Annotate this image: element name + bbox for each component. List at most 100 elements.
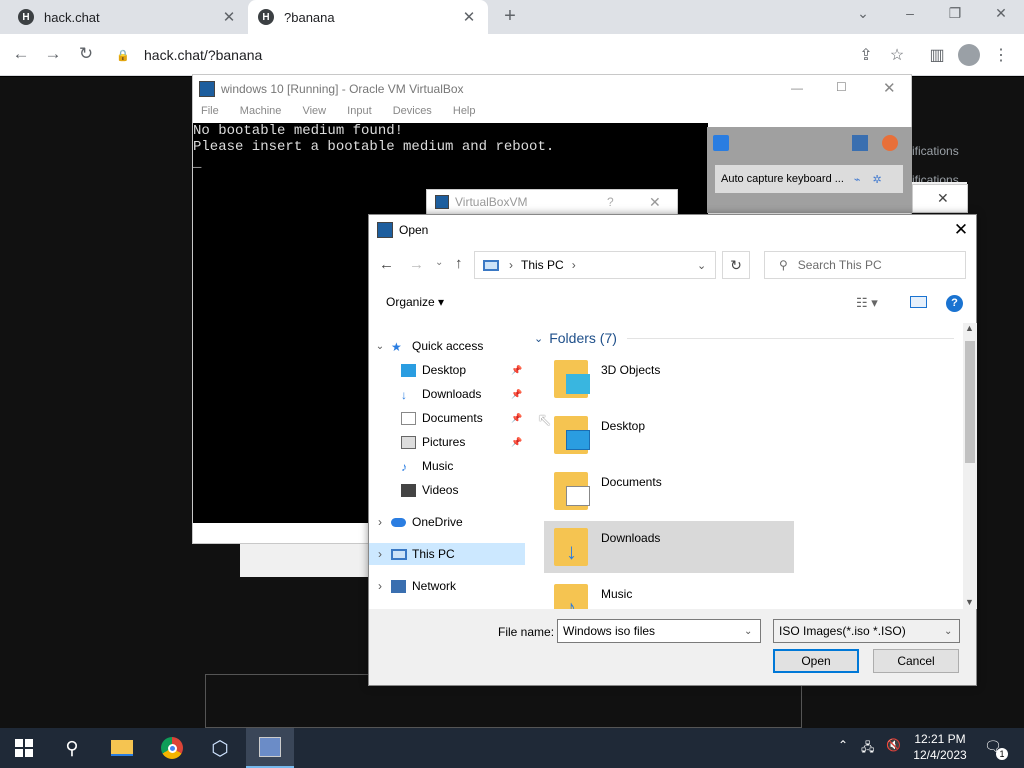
chevron-down-icon[interactable]: ⌄ [744,626,752,637]
vertical-scrollbar[interactable]: ▲ ▼ [963,323,977,609]
search-icon[interactable]: ⚲ [48,728,96,768]
folder-3d-objects[interactable]: 3D Objects [544,353,794,405]
forward-arrow-icon[interactable]: → [409,256,424,273]
share-icon[interactable]: ⇪ [855,45,877,65]
dialog-titlebar[interactable]: Open [369,215,976,245]
minimize-icon[interactable]: — [791,81,803,95]
virtualbox-cube-icon[interactable]: ⬡ [196,728,244,768]
virtualboxvm-popup[interactable]: VirtualBoxVM ? ✕ [426,189,678,215]
nav-this-pc[interactable]: › This PC [369,543,525,565]
chevron-down-icon[interactable]: ⌄ [534,332,543,345]
close-window-icon[interactable]: ✕ [883,79,896,97]
folder-music[interactable]: ♪ Music [544,577,794,609]
nav-music[interactable]: ♪ Music [369,455,525,477]
filename-label: File name: [498,625,555,639]
virtualbox-titlebar[interactable]: windows 10 [Running] - Oracle VM Virtual… [193,75,911,103]
notification-center-icon[interactable] [852,135,868,151]
filetype-select[interactable]: ISO Images(*.iso *.ISO) ⌄ [773,619,960,643]
close-icon[interactable]: ✕ [949,220,973,240]
group-header[interactable]: ⌄ Folders (7) [534,329,954,347]
help-icon[interactable]: ? [607,195,614,209]
tab-search-chevron-icon[interactable]: ⌄ [848,5,878,22]
file-explorer-icon[interactable] [98,728,146,768]
maximize-icon[interactable]: ☐ [836,80,847,94]
filename-input[interactable]: Windows iso files ⌄ [557,619,761,643]
nav-downloads[interactable]: ↓ Downloads 📌 [369,383,525,405]
menu-help[interactable]: Help [453,105,476,117]
address-bar[interactable]: 🔒 hack.chat/?banana [110,40,910,70]
nav-label: Downloads [422,387,482,401]
up-arrow-icon[interactable]: ↑ [455,255,463,272]
nav-onedrive[interactable]: › OneDrive [369,511,525,533]
tab-hack-chat[interactable]: H hack.chat ✕ [8,0,248,34]
network-status-icon[interactable]: 🖧 [861,738,874,759]
back-arrow-icon[interactable]: ← [379,256,394,273]
menu-devices[interactable]: Devices [393,105,432,117]
close-notifications-icon[interactable] [882,135,898,151]
organize-menu[interactable]: Organize ▾ [386,295,444,309]
volume-muted-icon[interactable]: 🔇 [886,738,901,752]
open-button[interactable]: Open [773,649,859,673]
scrollbar-thumb[interactable] [965,341,975,463]
preview-pane-icon[interactable] [910,296,927,308]
virtualbox-vm-icon[interactable] [246,728,294,768]
recent-locations-chevron-icon[interactable]: ⌄ [435,257,443,268]
close-icon[interactable]: ✕ [649,194,661,211]
minimize-icon[interactable]: – [895,5,925,21]
lock-icon[interactable]: 🔒 [116,49,130,62]
menu-view[interactable]: View [302,105,326,117]
menu-file[interactable]: File [201,105,219,117]
nav-pictures[interactable]: Pictures 📌 [369,431,525,453]
clock[interactable]: 12:21 PM 12/4/2023 [912,732,968,762]
folder-desktop[interactable]: Desktop [544,409,794,461]
chevron-right-icon[interactable]: › [369,579,391,593]
profile-avatar[interactable] [958,44,980,66]
chevron-right-icon[interactable]: › [369,515,391,529]
mouse-capture-icon[interactable]: ⌁ [854,173,861,186]
nav-documents[interactable]: Documents 📌 [369,407,525,429]
change-view-icon[interactable]: ☷ ▾ [856,295,878,311]
dismiss-icon[interactable]: ✲ [873,173,882,186]
chevron-down-icon[interactable]: ⌄ [697,259,706,272]
open-file-dialog[interactable]: Open ✕ ← → ⌄ ↑ › This PC › ⌄ ↻ ⚲ Search … [368,214,977,686]
back-arrow-icon[interactable]: ← [10,44,32,64]
folder-view[interactable]: ⌄ Folders (7) 3D Objects Desktop Documen… [534,323,962,609]
folder-downloads[interactable]: ↓ Downloads [544,521,794,573]
side-panel-icon[interactable]: ▥ [926,45,948,65]
nav-network[interactable]: › Network [369,575,525,597]
menu-input[interactable]: Input [347,105,371,117]
tab-close-icon[interactable]: ✕ [220,8,238,26]
nav-quick-access[interactable]: ⌄ ★ Quick access [369,335,525,357]
tab-banana[interactable]: H ?banana ✕ [248,0,488,34]
cloud-icon [391,517,406,527]
bookmark-star-icon[interactable]: ☆ [886,45,908,65]
scroll-up-icon[interactable]: ▲ [965,323,974,333]
close-icon[interactable]: ✕ [937,190,949,207]
breadcrumb-this-pc[interactable]: This PC [521,258,564,272]
chrome-icon[interactable] [148,728,196,768]
computer-icon [391,548,407,560]
chevron-right-icon[interactable]: › [369,547,391,561]
document-icon [401,411,416,425]
menu-kebab-icon[interactable]: ⋮ [990,45,1012,65]
menu-machine[interactable]: Machine [240,105,282,117]
tab-close-icon[interactable]: ✕ [460,8,478,26]
chevron-down-icon[interactable]: ⌄ [944,626,952,637]
restore-icon[interactable]: ❐ [940,5,970,22]
scroll-down-icon[interactable]: ▼ [965,597,974,607]
help-icon[interactable]: ? [946,295,963,312]
start-windows-icon[interactable] [0,728,48,768]
nav-videos[interactable]: Videos [369,479,525,501]
reload-icon[interactable]: ↻ [75,44,97,64]
cancel-button[interactable]: Cancel [873,649,959,673]
forward-arrow-icon[interactable]: → [42,44,64,64]
search-input[interactable]: ⚲ Search This PC [764,251,966,279]
folder-documents[interactable]: Documents [544,465,794,517]
new-tab-button[interactable]: + [498,5,522,28]
nav-desktop[interactable]: Desktop 📌 [369,359,525,381]
show-hidden-icons-chevron-icon[interactable]: ⌃ [838,738,848,752]
close-window-icon[interactable]: ✕ [986,5,1016,22]
address-breadcrumb[interactable]: › This PC › ⌄ [474,251,716,279]
refresh-icon[interactable]: ↻ [722,251,750,279]
chevron-down-icon[interactable]: ⌄ [369,341,391,352]
